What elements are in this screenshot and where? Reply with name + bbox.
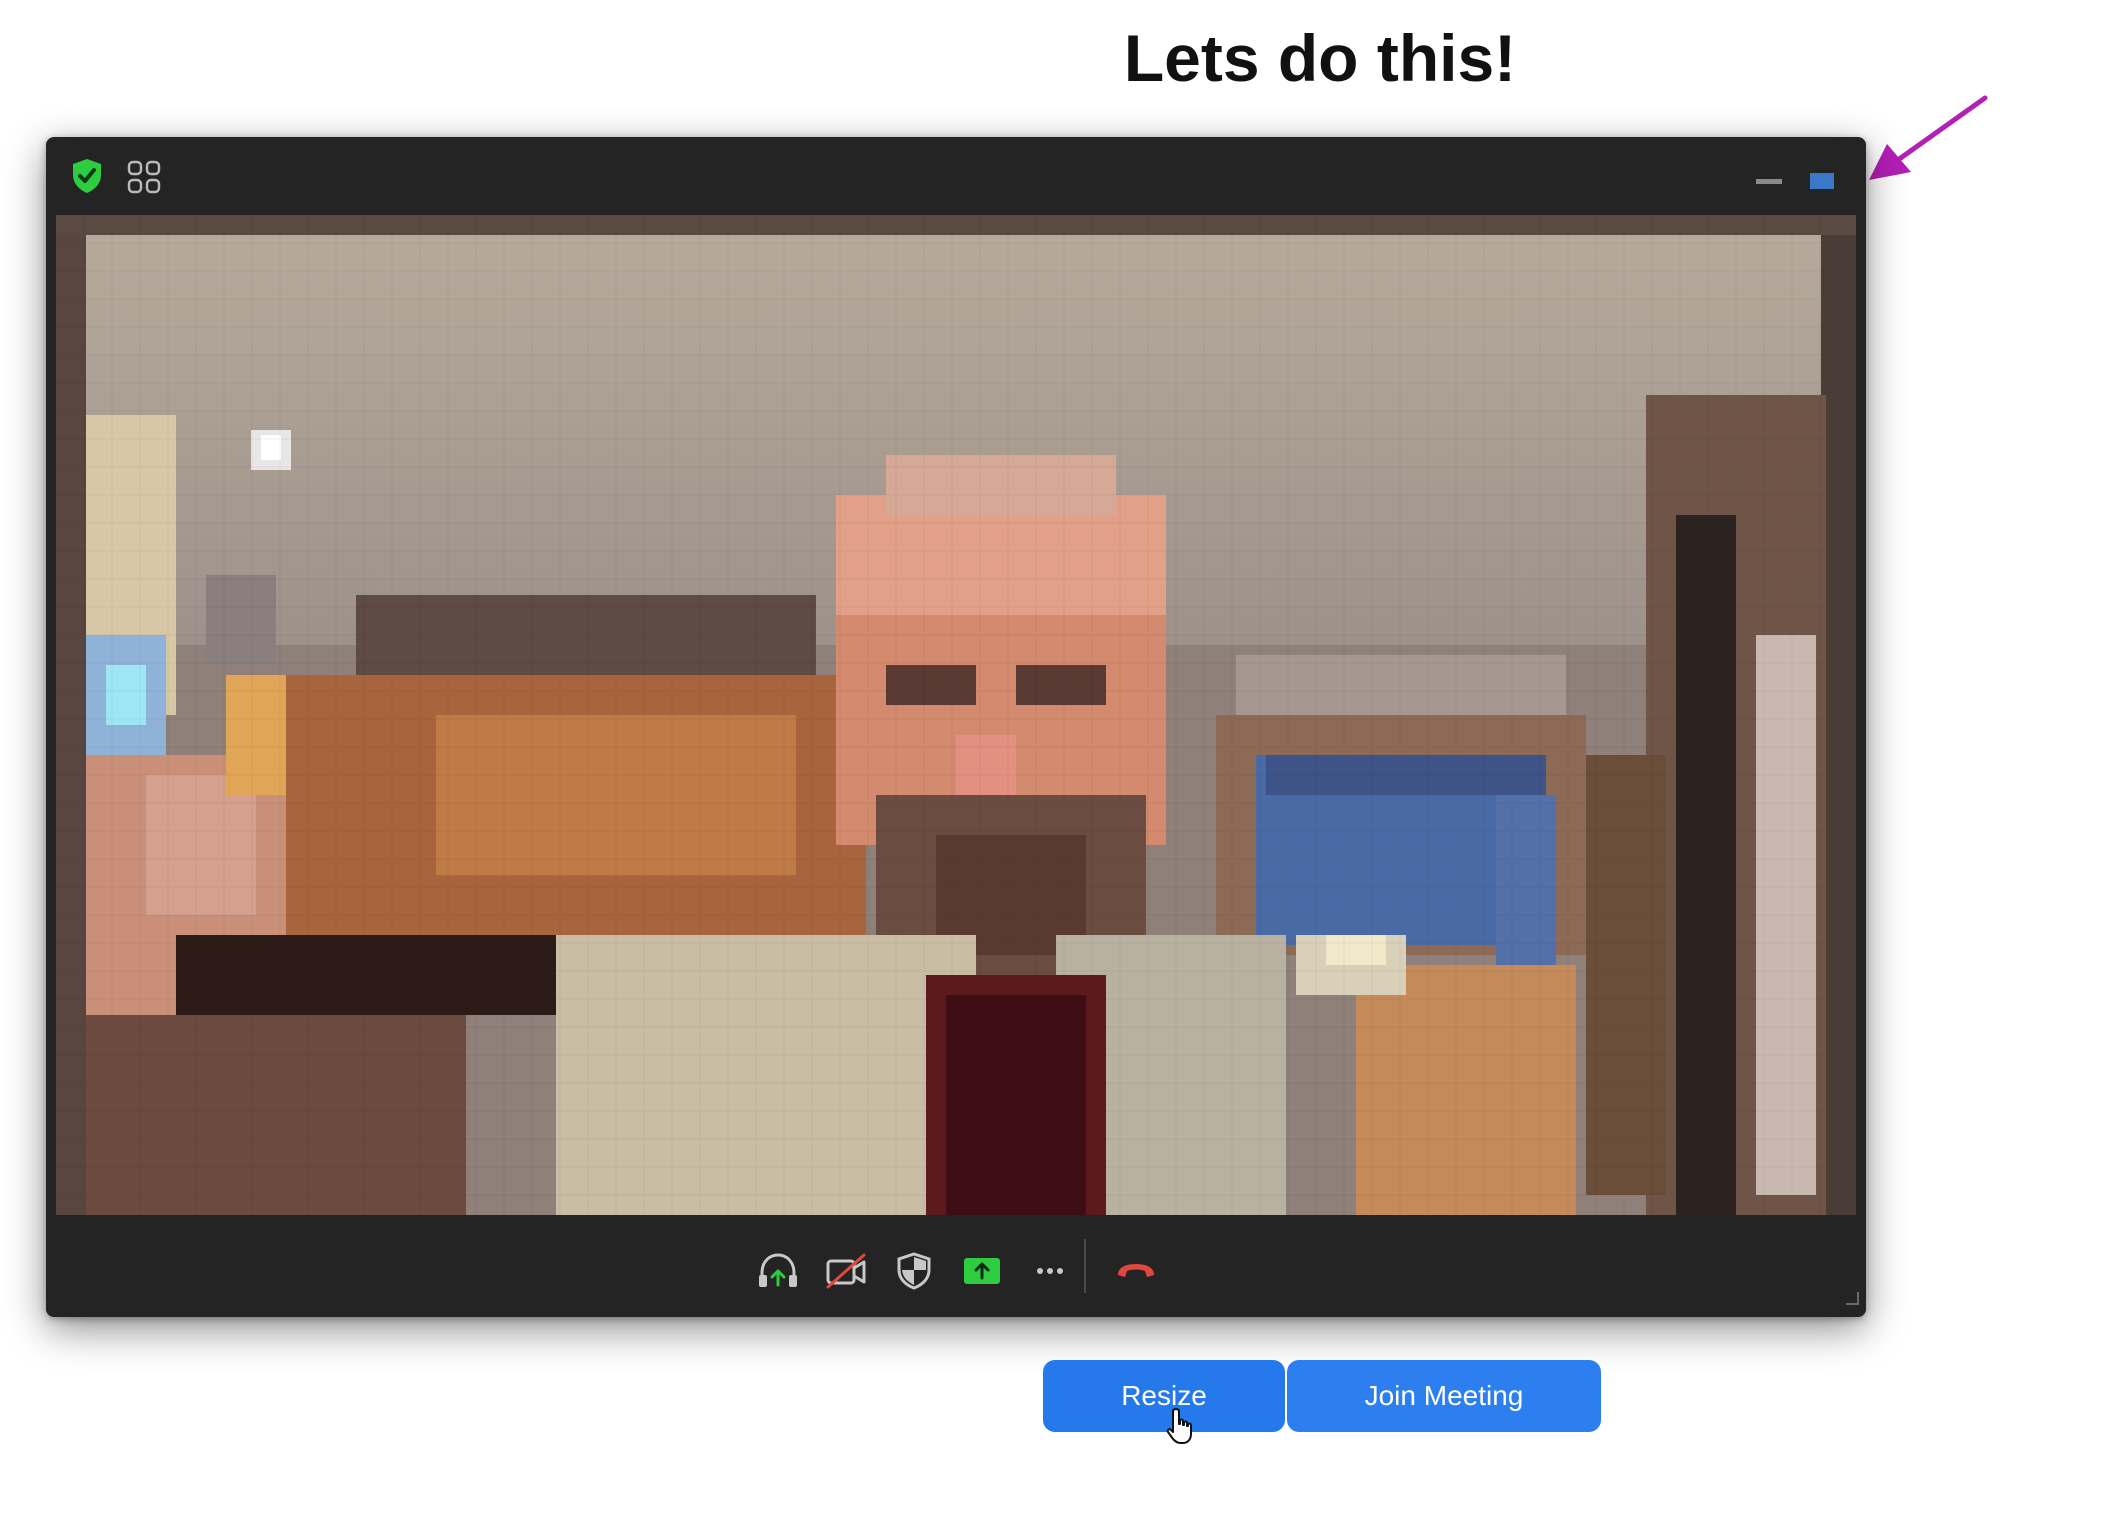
pixelated-video-frame — [56, 215, 1856, 1215]
participant-video — [56, 215, 1856, 1215]
minimize-icon[interactable] — [1756, 171, 1782, 185]
audio-headphones-icon[interactable] — [754, 1249, 802, 1293]
controls-divider — [1084, 1239, 1086, 1293]
shield-check-icon[interactable] — [70, 157, 104, 200]
annotation-arrow-icon — [1869, 95, 1988, 180]
video-off-icon[interactable] — [822, 1249, 870, 1293]
page: Lets do this! Resize Join Meeting — [0, 0, 2120, 1538]
leave-call-icon[interactable] — [1112, 1249, 1160, 1293]
grid-view-icon[interactable] — [126, 159, 162, 200]
share-screen-icon[interactable] — [958, 1249, 1006, 1293]
fullscreen-icon[interactable] — [1810, 173, 1834, 189]
security-shield-icon[interactable] — [890, 1249, 938, 1293]
more-icon[interactable] — [1026, 1249, 1074, 1293]
resize-button[interactable]: Resize — [1043, 1360, 1285, 1432]
window-titlebar — [46, 137, 1866, 211]
meeting-window — [46, 137, 1866, 1317]
hand-pointer-cursor-icon — [1166, 1408, 1192, 1444]
resize-grip-icon[interactable] — [1842, 1288, 1860, 1311]
join-meeting-button[interactable]: Join Meeting — [1287, 1360, 1601, 1432]
page-heading: Lets do this! — [1123, 21, 1517, 95]
meeting-controls — [46, 1225, 1866, 1317]
